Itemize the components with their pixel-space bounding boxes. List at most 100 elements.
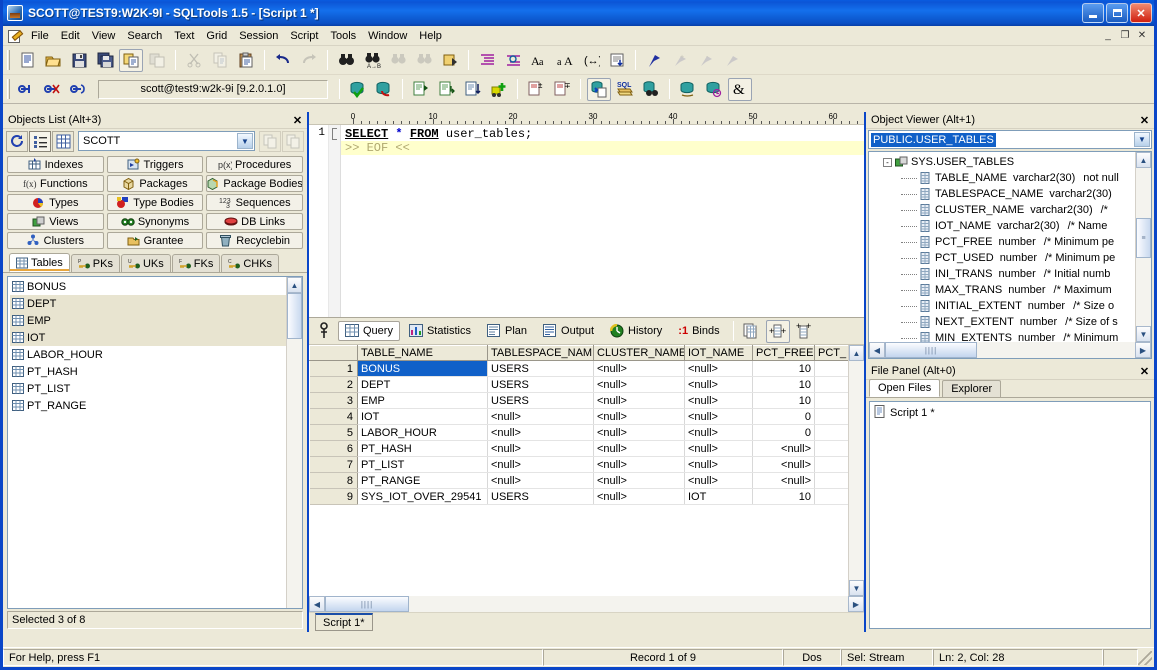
table-row[interactable]: 4IOT<null><null><null>0 xyxy=(310,409,849,425)
scroll-left-icon[interactable]: ◀ xyxy=(869,342,885,358)
table-row[interactable]: 7PT_LIST<null><null><null><null> xyxy=(310,457,849,473)
toolbar-gripper[interactable] xyxy=(7,50,10,70)
tree-column-node[interactable]: INI_TRANSnumber/* Initial numb xyxy=(869,266,1135,282)
scroll-up-icon[interactable]: ▲ xyxy=(849,345,864,361)
close-button[interactable]: ✕ xyxy=(1130,3,1152,23)
objbtn-type-bodies[interactable]: Type Bodies xyxy=(107,194,204,211)
lowercase-icon[interactable]: aA xyxy=(553,49,577,72)
objbtn-clusters[interactable]: Clusters xyxy=(7,232,104,249)
editor-fold-column[interactable] xyxy=(329,125,341,317)
binds-indicator[interactable]: :1 Binds xyxy=(671,321,726,341)
list-item[interactable]: BONUS xyxy=(10,278,286,295)
find-next-binoculars-icon[interactable] xyxy=(386,49,410,72)
session-info-icon[interactable] xyxy=(676,78,700,101)
cell-table-name[interactable]: IOT xyxy=(358,409,488,425)
objbtn-synonyms[interactable]: Synonyms xyxy=(107,213,204,230)
table-row[interactable]: 8PT_RANGE<null><null><null><null> xyxy=(310,473,849,489)
menu-search[interactable]: Search xyxy=(121,28,168,44)
cell-cluster-name[interactable]: <null> xyxy=(594,425,685,441)
tree-column-node[interactable]: PCT_USEDnumber/* Minimum pe xyxy=(869,250,1135,266)
cell-pct-partial[interactable] xyxy=(815,361,849,377)
describe-plus-icon[interactable]: ± xyxy=(524,78,548,101)
tree-column-node[interactable]: MIN_EXTENTSnumber/* Minimum xyxy=(869,330,1135,342)
list-item[interactable]: DEPT xyxy=(10,295,286,312)
scrollbar-thumb[interactable]: |||| xyxy=(885,342,977,358)
col-header-pct-free[interactable]: PCT_FREE xyxy=(753,346,815,361)
cell-pct-free[interactable]: <null> xyxy=(753,457,815,473)
bookmark-prev-icon[interactable]: - xyxy=(694,49,718,72)
connection-indicator[interactable]: scott@test9:w2k-9i [9.2.0.1.0] xyxy=(98,80,328,99)
cell-iot-name[interactable]: <null> xyxy=(685,361,753,377)
menu-grid[interactable]: Grid xyxy=(200,28,233,44)
objbtn-functions[interactable]: f(x) Functions xyxy=(7,175,104,192)
cell-tablespace-name[interactable]: <null> xyxy=(488,409,594,425)
cell-iot-name[interactable]: <null> xyxy=(685,473,753,489)
table-row[interactable]: 2DEPTUSERS<null><null>10 xyxy=(310,377,849,393)
results-grid-body[interactable]: TABLE_NAME TABLESPACE_NAME CLUSTER_NAME … xyxy=(309,345,848,596)
open-files-list[interactable]: Script 1 * xyxy=(869,401,1151,629)
objbtn-procedures[interactable]: p(x) Procedures xyxy=(206,156,303,173)
tab-explorer[interactable]: Explorer xyxy=(942,380,1001,397)
row-number-cell[interactable]: 7 xyxy=(310,457,358,473)
row-number-cell[interactable]: 4 xyxy=(310,409,358,425)
row-number-cell[interactable]: 6 xyxy=(310,441,358,457)
save-disk-icon[interactable] xyxy=(67,49,91,72)
cell-pct-partial[interactable] xyxy=(815,393,849,409)
cell-tablespace-name[interactable]: USERS xyxy=(488,393,594,409)
col-header-pct-partial[interactable]: PCT_ xyxy=(815,346,849,361)
tree-column-node[interactable]: INITIAL_EXTENTnumber/* Size o xyxy=(869,298,1135,314)
row-number-cell[interactable]: 1 xyxy=(310,361,358,377)
scroll-right-icon[interactable]: ▶ xyxy=(848,596,864,612)
cell-iot-name[interactable]: <null> xyxy=(685,457,753,473)
results-vertical-scrollbar[interactable]: ▲ ▼ xyxy=(848,345,864,596)
cell-pct-free[interactable]: 10 xyxy=(753,377,815,393)
tree-column-node[interactable]: PCT_FREEnumber/* Minimum pe xyxy=(869,234,1135,250)
editor-code[interactable]: SELECT * FROM user_tables; >> EOF << xyxy=(341,125,864,317)
find-replace-binoculars-icon[interactable]: A→B xyxy=(360,49,384,72)
table-row[interactable]: 5LABOR_HOUR<null><null><null>0 xyxy=(310,425,849,441)
resize-grip[interactable] xyxy=(1138,651,1152,665)
cell-table-name[interactable]: SYS_IOT_OVER_29541 xyxy=(358,489,488,505)
list-item[interactable]: PT_LIST xyxy=(10,380,286,397)
add-column-icon[interactable]: ++ xyxy=(766,320,790,343)
row-number-cell[interactable]: 5 xyxy=(310,425,358,441)
scrollbar-thumb[interactable] xyxy=(287,293,302,339)
describe-minus-icon[interactable]: ∓ xyxy=(550,78,574,101)
copy-all-objects-icon[interactable] xyxy=(282,131,304,152)
objbtn-indexes[interactable]: Indexes xyxy=(7,156,104,173)
objbtn-db-links[interactable]: DB Links xyxy=(206,213,303,230)
new-document-icon[interactable] xyxy=(15,49,39,72)
list-item[interactable]: PT_HASH xyxy=(10,363,286,380)
cell-pct-free[interactable]: 0 xyxy=(753,425,815,441)
cell-cluster-name[interactable]: <null> xyxy=(594,457,685,473)
toggle-width-icon[interactable]: (↔) xyxy=(579,49,603,72)
objbtn-packages[interactable]: Packages xyxy=(107,175,204,192)
menu-window[interactable]: Window xyxy=(362,28,413,44)
table-row[interactable]: 9SYS_IOT_OVER_29541USERS<null>IOT10 xyxy=(310,489,849,505)
list-item[interactable]: IOT xyxy=(10,329,286,346)
db-paste-icon[interactable] xyxy=(587,78,611,101)
scrollbar-track[interactable]: |||| xyxy=(885,342,1135,358)
tree-column-node[interactable]: IOT_NAMEvarchar2(30)/* Name xyxy=(869,218,1135,234)
cell-table-name[interactable]: PT_LIST xyxy=(358,457,488,473)
ampersand-icon[interactable]: & xyxy=(728,78,752,101)
cell-table-name[interactable]: PT_HASH xyxy=(358,441,488,457)
row-number-cell[interactable]: 9 xyxy=(310,489,358,505)
schema-select[interactable]: SCOTT ▼ xyxy=(78,131,255,151)
cell-cluster-name[interactable]: <null> xyxy=(594,393,685,409)
cell-cluster-name[interactable]: <null> xyxy=(594,441,685,457)
tab-history[interactable]: History xyxy=(603,321,669,341)
col-header-iot-name[interactable]: IOT_NAME xyxy=(685,346,753,361)
cell-table-name[interactable]: BONUS xyxy=(358,361,488,377)
scrollbar-thumb[interactable]: ≡ xyxy=(1136,218,1151,258)
scroll-left-icon[interactable]: ◀ xyxy=(309,596,325,612)
menu-text[interactable]: Text xyxy=(168,28,200,44)
row-number-cell[interactable]: 3 xyxy=(310,393,358,409)
cell-pct-partial[interactable] xyxy=(815,441,849,457)
tables-list[interactable]: BONUS DEPT EMP IOT xyxy=(7,276,303,609)
cell-table-name[interactable]: LABOR_HOUR xyxy=(358,425,488,441)
explain-plan-icon[interactable] xyxy=(487,78,511,101)
objbtn-types[interactable]: Types xyxy=(7,194,104,211)
objects-panel-close-icon[interactable]: ✕ xyxy=(291,114,304,127)
menu-script[interactable]: Script xyxy=(284,28,324,44)
